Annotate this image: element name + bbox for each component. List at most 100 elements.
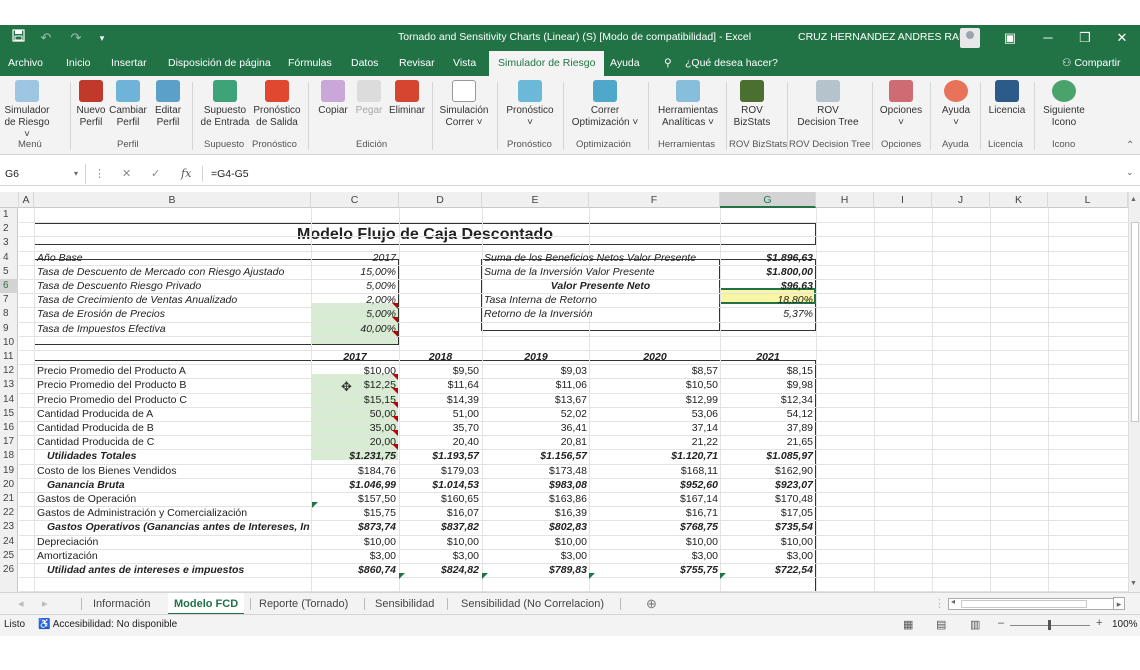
tab-scroll-right-icon[interactable]: ▸: [42, 593, 48, 615]
summary-label[interactable]: Suma de los Beneficios Netos Valor Prese…: [482, 251, 719, 265]
pronostico-button[interactable]: Pronóstico ˅: [503, 80, 557, 136]
nuevo-perfil-button[interactable]: Nuevo Perfil: [75, 80, 107, 136]
value-cell[interactable]: $837,82: [400, 520, 481, 534]
scroll-left-icon[interactable]: ◂: [951, 597, 955, 606]
restore-icon[interactable]: ❐: [1071, 27, 1099, 49]
value-cell[interactable]: $8,57: [590, 364, 720, 378]
value-cell[interactable]: $17,05: [721, 506, 815, 520]
scroll-down-icon[interactable]: ▼: [1130, 580, 1137, 587]
value-cell[interactable]: 54,12: [721, 407, 815, 421]
row-header[interactable]: 1: [0, 208, 18, 222]
formula-input[interactable]: =G4-G5: [211, 164, 249, 184]
name-box[interactable]: G6 ▾: [0, 164, 86, 184]
value-cell[interactable]: $16,71: [590, 506, 720, 520]
simulacion-correr-button[interactable]: Simulación Correr ˅: [437, 80, 491, 136]
row-header[interactable]: 9: [0, 322, 18, 336]
tab-insertar[interactable]: Insertar: [111, 51, 147, 76]
value-cell[interactable]: 37,14: [590, 421, 720, 435]
value-cell[interactable]: $179,03: [400, 464, 481, 478]
eliminar-button[interactable]: Eliminar: [387, 80, 427, 136]
herramientas-analiticas-button[interactable]: Herramientas Analíticas ˅: [654, 80, 722, 136]
editar-perfil-button[interactable]: Editar Perfil: [151, 80, 185, 136]
value-cell[interactable]: $12,25: [312, 378, 398, 392]
opciones-button[interactable]: Opciones ˅: [878, 80, 924, 136]
value-cell[interactable]: $3,00: [721, 549, 815, 563]
cancel-icon[interactable]: ✕: [122, 164, 131, 184]
param-label[interactable]: Año Base: [35, 251, 311, 265]
row-header[interactable]: 4: [0, 251, 18, 265]
summary-label[interactable]: Retorno de la Inversión: [482, 307, 719, 321]
sheet-tab-modelo-fcd[interactable]: Modelo FCD: [168, 593, 245, 615]
select-all-corner[interactable]: [0, 192, 19, 208]
row-label[interactable]: Precio Promedio del Producto C: [35, 393, 311, 407]
row-header[interactable]: 15: [0, 407, 18, 421]
add-sheet-icon[interactable]: ⊕: [646, 593, 657, 615]
value-cell[interactable]: $9,98: [721, 378, 815, 392]
row-header[interactable]: 19: [0, 464, 18, 478]
value-cell[interactable]: $952,60: [590, 478, 720, 492]
zoom-slider-thumb[interactable]: [1048, 620, 1051, 630]
summary-value[interactable]: 18,80%: [720, 293, 815, 307]
value-cell[interactable]: 35,00: [312, 421, 398, 435]
value-cell[interactable]: 35,70: [400, 421, 481, 435]
column-header[interactable]: A: [19, 192, 34, 208]
scroll-up-icon[interactable]: ▲: [1130, 196, 1137, 203]
row-label[interactable]: Cantidad Producida de B: [35, 421, 311, 435]
param-value[interactable]: 2,00%: [312, 293, 398, 307]
row-label[interactable]: Amortización: [35, 549, 311, 563]
year-header[interactable]: 2017: [312, 350, 398, 364]
param-label[interactable]: Tasa de Crecimiento de Ventas Anualizado: [35, 293, 311, 307]
siguiente-icono-button[interactable]: Siguiente Icono: [1040, 80, 1088, 136]
cambiar-perfil-button[interactable]: Cambiar Perfil: [108, 80, 148, 136]
value-cell[interactable]: $11,06: [483, 378, 589, 392]
value-cell[interactable]: $983,08: [483, 478, 589, 492]
row-header-selected[interactable]: 6: [0, 279, 18, 294]
confirm-icon[interactable]: ✓: [151, 164, 160, 184]
value-cell[interactable]: $168,11: [590, 464, 720, 478]
tab-archivo[interactable]: Archivo: [8, 51, 43, 76]
row-header[interactable]: 20: [0, 478, 18, 492]
value-cell[interactable]: $15,75: [312, 506, 398, 520]
value-cell[interactable]: $735,54: [721, 520, 815, 534]
value-cell[interactable]: $1.231,75: [312, 449, 398, 463]
sheet-tab-sensibilidad[interactable]: Sensibilidad: [375, 593, 434, 615]
value-cell[interactable]: $3,00: [312, 549, 398, 563]
summary-label[interactable]: Valor Presente Neto: [482, 279, 719, 293]
row-label[interactable]: Utilidades Totales: [35, 449, 311, 463]
column-header-selected[interactable]: G: [720, 192, 816, 208]
param-value[interactable]: 40,00%: [312, 322, 398, 336]
value-cell[interactable]: $10,00: [721, 535, 815, 549]
row-header[interactable]: 18: [0, 449, 18, 463]
tab-formulas[interactable]: Fórmulas: [288, 51, 332, 76]
value-cell[interactable]: 53,06: [590, 407, 720, 421]
rov-bizstats-button[interactable]: ROV BizStats: [730, 80, 774, 136]
tab-datos[interactable]: Datos: [351, 51, 378, 76]
value-cell[interactable]: $16,39: [483, 506, 589, 520]
expand-formula-icon[interactable]: ⌄: [1126, 167, 1134, 178]
sheet-tab-sensibilidad-no-correlacion[interactable]: Sensibilidad (No Correlacion): [461, 593, 604, 615]
row-header[interactable]: 7: [0, 293, 18, 307]
value-cell[interactable]: $3,00: [483, 549, 589, 563]
param-value[interactable]: 2017: [312, 251, 398, 265]
row-header[interactable]: 13: [0, 378, 18, 392]
param-label[interactable]: Tasa de Erosión de Precios: [35, 307, 311, 321]
summary-value[interactable]: $1.896,63: [720, 251, 815, 265]
value-cell[interactable]: $1.156,57: [483, 449, 589, 463]
row-header[interactable]: 8: [0, 307, 18, 321]
value-cell[interactable]: 36,41: [483, 421, 589, 435]
copiar-button[interactable]: Copiar: [316, 80, 350, 136]
insert-function-icon[interactable]: fx: [181, 164, 191, 184]
tab-scroll-left-icon[interactable]: ◂: [18, 593, 24, 615]
horizontal-scrollbar[interactable]: ◂: [948, 597, 1118, 610]
value-cell[interactable]: $1.193,57: [400, 449, 481, 463]
value-cell[interactable]: 21,65: [721, 435, 815, 449]
row-header[interactable]: 16: [0, 421, 18, 435]
rov-decision-tree-button[interactable]: ROV Decision Tree: [792, 80, 864, 136]
minimize-icon[interactable]: ─: [1034, 27, 1062, 49]
value-cell[interactable]: $860,74: [312, 563, 398, 577]
value-cell[interactable]: $3,00: [590, 549, 720, 563]
share-button[interactable]: ⚇ Compartir: [1062, 51, 1120, 76]
value-cell[interactable]: $167,14: [590, 492, 720, 506]
tab-simulador-de-riesgo[interactable]: Simulador de Riesgo: [489, 51, 605, 76]
correr-optimizacion-button[interactable]: Correr Optimización ˅: [569, 80, 641, 136]
